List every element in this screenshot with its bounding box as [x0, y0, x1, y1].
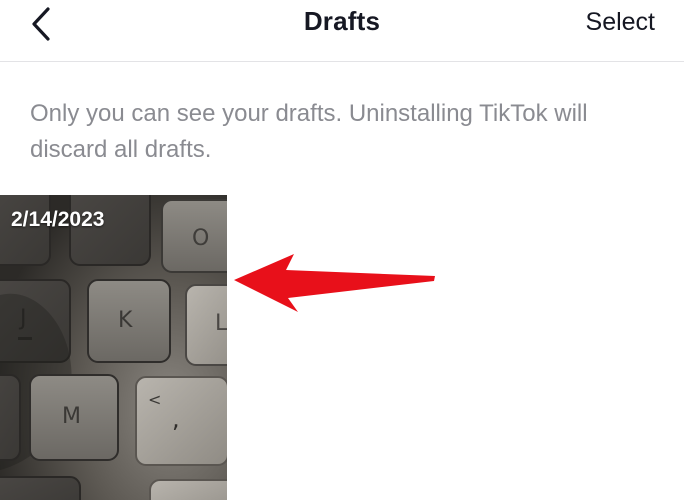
key-glyph-l: L [215, 311, 227, 336]
select-button[interactable]: Select [586, 8, 655, 37]
navigation-bar: Drafts Select [0, 0, 684, 62]
keyboard-photo: O J K L M < , [0, 195, 227, 500]
red-arrow-annotation [234, 254, 435, 312]
drafts-privacy-notice: Only you can see your drafts. Uninstalli… [30, 100, 588, 163]
key-glyph-o: O [192, 226, 209, 251]
drafts-screen: Drafts Select Only you can see your draf… [0, 0, 684, 500]
draft-date-label: 2/14/2023 [11, 208, 105, 231]
key-glyph-k: K [118, 308, 133, 333]
page-title: Drafts [303, 6, 381, 36]
key-glyph-m: M [62, 404, 81, 429]
arrow-left-icon [234, 254, 435, 312]
key-glyph-less-than: < [148, 390, 161, 409]
draft-thumbnail[interactable]: O J K L M < , 2/14/2023 [0, 195, 227, 500]
key-glyph-comma: , [172, 405, 180, 433]
